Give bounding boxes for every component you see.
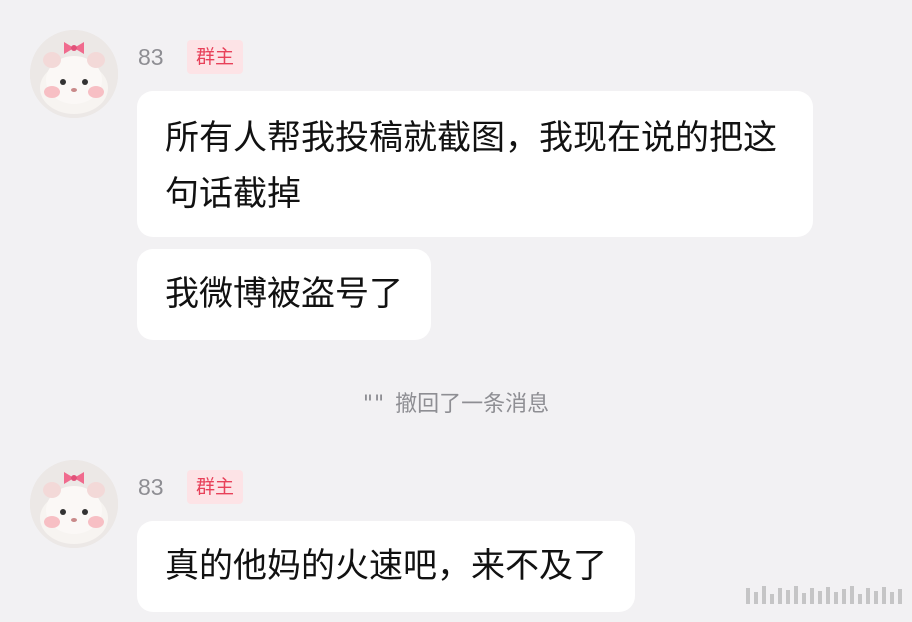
message-text: 所有人帮我投稿就截图，我现在说的把这句话截掉 [165,118,777,214]
message-bubble[interactable]: 我微博被盗号了 [137,249,431,340]
message-text: 我微博被盗号了 [165,274,403,314]
watermark [746,586,902,604]
group-owner-badge: 群主 [187,40,244,74]
avatar[interactable] [30,30,118,118]
avatar[interactable] [30,460,118,548]
sender-name[interactable]: 83 [138,44,164,71]
recalled-sender: "" [362,392,386,417]
message-text: 真的他妈的火速吧，来不及了 [165,546,607,586]
hamster-avatar-icon [30,460,118,548]
hamster-avatar-icon [30,30,118,118]
message-bubble[interactable]: 真的他妈的火速吧，来不及了 [137,521,635,612]
group-owner-badge: 群主 [187,470,244,504]
recall-notice-text: 撤回了一条消息 [395,392,550,417]
recall-notice: "" 撤回了一条消息 [0,386,912,418]
message-bubble[interactable]: 所有人帮我投稿就截图，我现在说的把这句话截掉 [137,91,813,237]
sender-name[interactable]: 83 [138,474,164,501]
